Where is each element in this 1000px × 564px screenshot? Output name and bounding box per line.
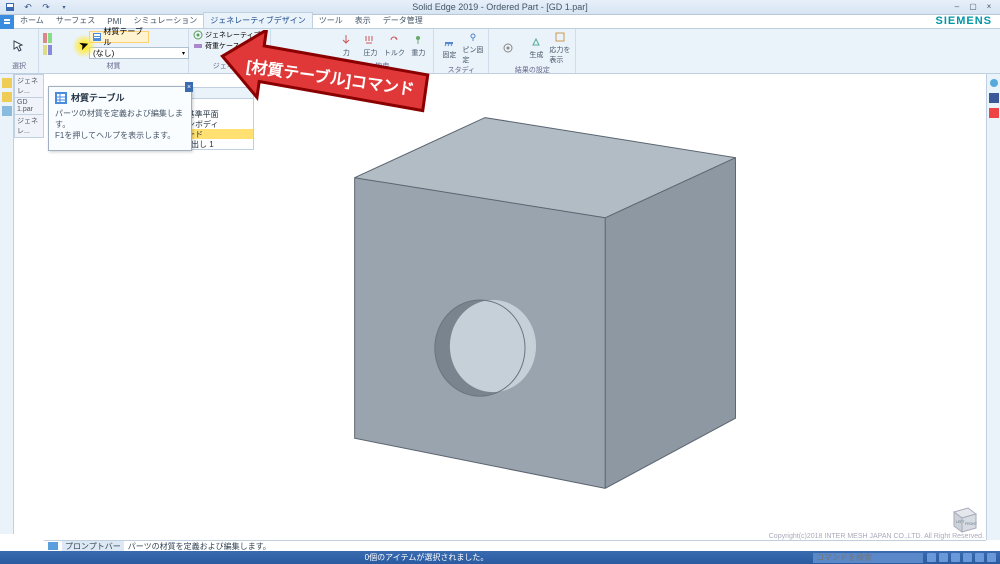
copyright-text: Copyright(c)2018 INTER MESH JAPAN CO.,LT… (769, 533, 984, 540)
view-cube[interactable]: LEFT FRONT (946, 500, 982, 536)
rb-icon-3[interactable] (989, 108, 999, 118)
prompt-icon (48, 542, 58, 550)
material-table-button[interactable]: 材質テーブル (89, 31, 149, 43)
group-gen-label: ジェネレ... (193, 61, 266, 72)
generative-study-button[interactable]: ジェネレーティブ... (193, 30, 266, 40)
group-constraints: 固定 ピン固定 スタディ (434, 29, 489, 73)
tab-view[interactable]: 表示 (349, 13, 377, 28)
torque-icon (387, 33, 401, 47)
group-results-label: 結果の設定 (493, 65, 571, 76)
status-icon-5[interactable] (975, 553, 984, 562)
group-results: 生成 応力を表示 結果の設定 (489, 29, 576, 73)
ribbon-tabs: ホーム サーフェス PMI シミュレーション ジェネレーティブデザイン ツール … (0, 15, 1000, 29)
dock-tab-2[interactable]: GD 1.par (14, 97, 44, 115)
lb-icon-3[interactable] (2, 106, 12, 116)
generate-button[interactable]: 生成 (525, 30, 547, 65)
status-icon-3[interactable] (951, 553, 960, 562)
selection-status: 0個のアイテムが選択されました。 (365, 552, 489, 563)
lb-icon-1[interactable] (2, 78, 12, 88)
show-stress-button[interactable]: 応力を表示 (549, 30, 571, 65)
tab-generative[interactable]: ジェネレーティブデザイン (203, 12, 313, 28)
minimize-button[interactable]: – (950, 2, 964, 12)
qat-dropdown-icon[interactable]: ▾ (58, 1, 70, 13)
tooltip-line1: パーツの材質を定義および編集します。 (55, 108, 185, 130)
tooltip-title: 材質テーブル (71, 91, 124, 104)
brand-logo: SIEMENS (935, 15, 992, 27)
settings-button[interactable] (493, 30, 523, 65)
stress-icon (553, 30, 567, 44)
gravity-button[interactable]: 重力 (407, 30, 429, 61)
pin-icon (466, 30, 480, 44)
chevron-down-icon: ▾ (182, 50, 185, 57)
group-select-label: 選択 (4, 61, 34, 72)
svg-text:LEFT: LEFT (956, 520, 965, 524)
group-material: 材質テーブル (なし) ▾ 材質 (39, 29, 189, 73)
paint-icon[interactable] (41, 31, 55, 60)
status-icons (927, 553, 1000, 562)
status-icon-4[interactable] (963, 553, 972, 562)
dock-tabs: ジェネレ... GD 1.par ジェネレ... (14, 74, 44, 137)
tab-tools[interactable]: ツール (313, 13, 349, 28)
material-table-label: 材質テーブル (103, 26, 148, 48)
torque-button[interactable]: トルク (383, 30, 405, 61)
force-button[interactable]: 力 (335, 30, 357, 61)
viewport-3d[interactable]: LEFT FRONT (44, 86, 986, 540)
load-case-button[interactable]: 荷重ケース... (193, 41, 266, 51)
gravity-icon (411, 33, 425, 47)
save-icon[interactable] (4, 1, 16, 13)
pressure-icon (363, 33, 377, 47)
close-button[interactable]: × (982, 2, 996, 12)
group-loads-label: 拘束 (335, 61, 429, 72)
group-generative: ジェネレーティブ... 荷重ケース... ジェネレ... (189, 29, 271, 73)
group-material-label: 材質 (43, 61, 184, 72)
lb-icon-2[interactable] (2, 92, 12, 102)
tooltip: 材質テーブル パーツの材質を定義および編集します。 F1を押してヘルプを表示しま… (48, 86, 192, 151)
dock-tab-1[interactable]: ジェネレ... (14, 74, 44, 98)
window-title: Solid Edge 2019 - Ordered Part - [GD 1.p… (412, 2, 588, 12)
dock-tab-3[interactable]: ジェネレ... (14, 114, 44, 138)
group-loads: 力 圧力 トルク 重力 拘束 (331, 29, 434, 73)
status-icon-2[interactable] (939, 553, 948, 562)
prompt-label: プロンプトバー (62, 541, 124, 552)
pressure-button[interactable]: 圧力 (359, 30, 381, 61)
svg-text:FRONT: FRONT (965, 522, 978, 526)
group-study-label: スタディ (438, 65, 484, 76)
maximize-button[interactable]: ▢ (966, 2, 980, 12)
pin-button[interactable]: ピン固定 (462, 30, 484, 65)
redo-icon[interactable]: ↷ (40, 1, 52, 13)
status-icon-6[interactable] (987, 553, 996, 562)
ribbon-body: 選択 材質テーブル (なし) ▾ 材質 ジェネレーティブ... 荷重ケース...… (0, 29, 1000, 74)
tab-home[interactable]: ホーム (14, 13, 50, 28)
right-toolbar (986, 74, 1000, 540)
tooltip-close-icon[interactable]: × (185, 82, 193, 92)
group-select: 選択 (0, 29, 39, 73)
prompt-bar: プロンプトバー パーツの材質を定義および編集します。 (44, 540, 986, 551)
gear-icon (501, 41, 515, 55)
rb-icon-2[interactable] (989, 93, 999, 103)
status-icon-1[interactable] (927, 553, 936, 562)
undo-icon[interactable]: ↶ (22, 1, 34, 13)
material-table-icon (55, 92, 67, 104)
left-toolbar (0, 74, 14, 534)
status-bar: 0個のアイテムが選択されました。 (0, 551, 1000, 564)
generate-icon (529, 35, 543, 49)
fixed-button[interactable]: 固定 (438, 30, 460, 65)
prompt-text: パーツの材質を定義および編集します。 (128, 541, 271, 552)
select-button[interactable] (4, 30, 34, 61)
material-combo[interactable]: (なし) ▾ (89, 47, 189, 59)
rb-icon-1[interactable] (989, 78, 999, 88)
tab-surface[interactable]: サーフェス (50, 13, 102, 28)
force-icon (339, 33, 353, 47)
fixed-icon (442, 35, 456, 49)
command-search-input[interactable] (813, 553, 923, 563)
quick-access-toolbar: ↶ ↷ ▾ (4, 1, 70, 13)
material-combo-value: (なし) (93, 48, 114, 59)
tab-data[interactable]: データ管理 (377, 13, 429, 28)
cursor-icon (12, 39, 26, 53)
application-button[interactable] (0, 15, 14, 29)
window-controls: – ▢ × (950, 2, 996, 12)
tooltip-line2: F1を押してヘルプを表示します。 (55, 130, 185, 141)
